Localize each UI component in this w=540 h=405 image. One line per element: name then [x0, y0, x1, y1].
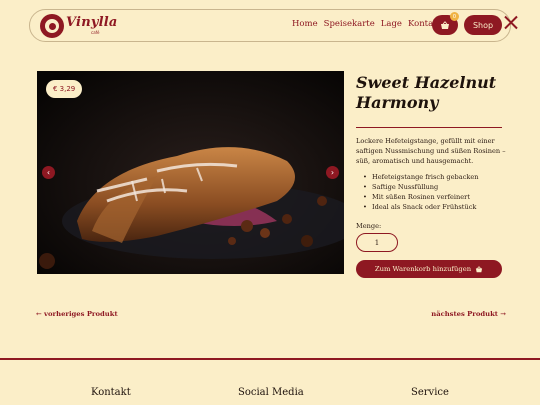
feature-item: Saftige Nussfüllung	[363, 182, 479, 192]
price-badge: € 3,29	[46, 80, 83, 98]
previous-image-button[interactable]: ‹	[42, 166, 55, 179]
product-image	[37, 71, 344, 274]
logo-icon[interactable]	[40, 14, 64, 38]
nav-home[interactable]: Home	[292, 19, 318, 29]
feature-list: Hefeteigstange frisch gebacken Saftige N…	[363, 172, 479, 212]
quantity-input[interactable]	[356, 233, 398, 252]
title-divider	[356, 127, 502, 128]
quantity-label: Menge:	[356, 222, 382, 230]
next-image-button[interactable]: ›	[326, 166, 339, 179]
previous-product-link[interactable]: ← vorheriges Produkt	[36, 310, 118, 318]
brand-name[interactable]: Vinylla	[66, 15, 118, 30]
add-to-cart-label: Zum Warenkorb hinzufügen	[374, 265, 472, 273]
footer-kontakt-heading: Kontakt	[91, 387, 131, 398]
basket-icon	[476, 265, 483, 272]
add-to-cart-button[interactable]: Zum Warenkorb hinzufügen	[356, 260, 502, 278]
product-description: Lockere Hefeteigstange, gefüllt mit eine…	[356, 137, 506, 165]
main-nav: Home Speisekarte Lage Kontakt	[292, 19, 442, 29]
feature-item: Mit süßen Rosinen verfeinert	[363, 192, 479, 202]
cart-count-badge: 0	[450, 12, 459, 21]
product-title: Sweet Hazelnut Harmony	[356, 73, 497, 112]
header-bar: Vinylla café Home Speisekarte Lage Konta…	[29, 9, 511, 42]
footer-social-heading: Social Media	[238, 387, 304, 398]
close-icon[interactable]	[504, 15, 518, 29]
nav-lage[interactable]: Lage	[381, 19, 402, 29]
footer-service-heading: Service	[411, 387, 449, 398]
footer-divider	[0, 358, 540, 360]
nav-speisekarte[interactable]: Speisekarte	[324, 19, 375, 29]
chevron-left-icon: ‹	[46, 168, 51, 177]
feature-item: Hefeteigstange frisch gebacken	[363, 172, 479, 182]
chevron-right-icon: ›	[330, 168, 335, 177]
brand-subtitle: café	[91, 30, 100, 35]
next-product-link[interactable]: nächstes Produkt →	[431, 310, 506, 318]
feature-item: Ideal als Snack oder Frühstück	[363, 202, 479, 212]
shop-button[interactable]: Shop	[464, 15, 502, 35]
basket-icon	[441, 20, 449, 29]
